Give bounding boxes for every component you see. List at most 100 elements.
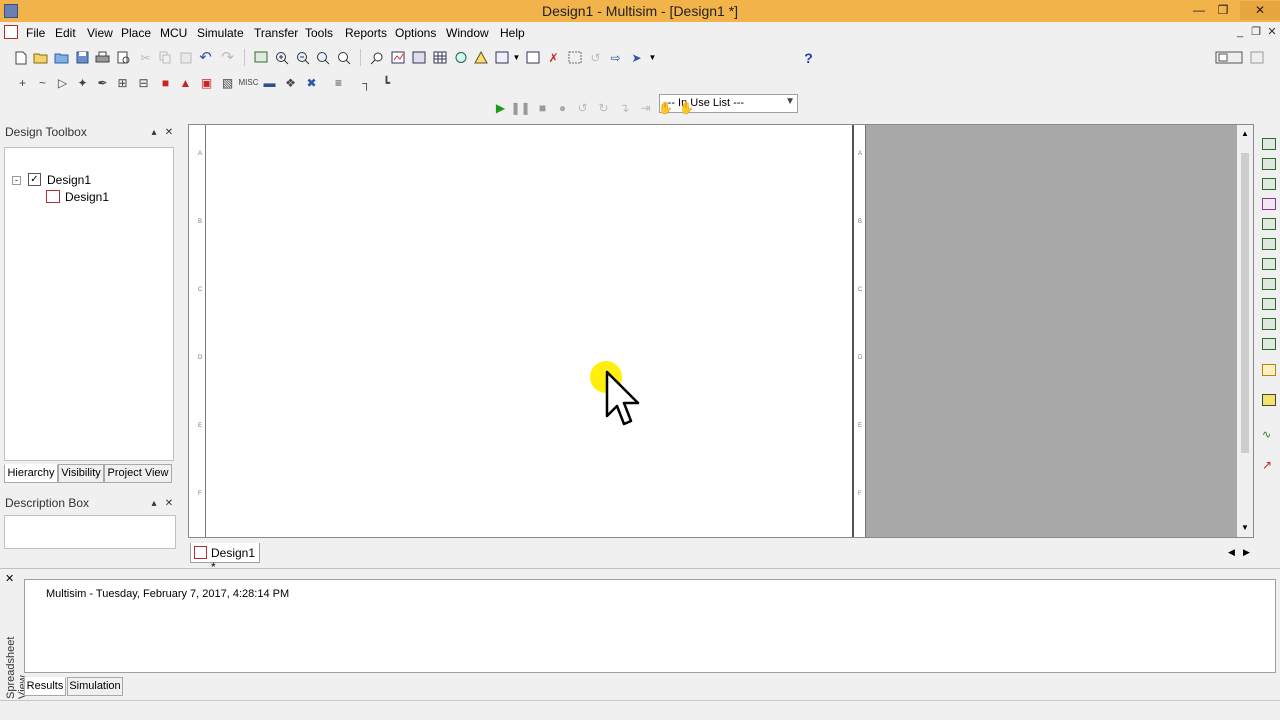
place-ttl-icon[interactable]: ⊞ — [114, 74, 131, 91]
place-rf-icon[interactable]: ❖ — [282, 74, 299, 91]
word-generator-icon[interactable] — [1262, 278, 1276, 290]
cut-icon[interactable]: ✂ — [137, 49, 154, 66]
spreadsheet-close-button[interactable]: ✕ — [5, 572, 14, 585]
place-indicator-icon[interactable]: ▣ — [198, 74, 215, 91]
mdi-minimize-button[interactable]: _ — [1234, 25, 1246, 39]
place-cmos-icon[interactable]: ⊟ — [135, 74, 152, 91]
menu-tools[interactable]: Tools — [305, 26, 333, 40]
open-folder-icon[interactable] — [32, 49, 49, 66]
spreadsheet-icon[interactable] — [431, 49, 448, 66]
menu-place[interactable]: Place — [121, 26, 151, 40]
place-bus-icon[interactable]: ┗ — [378, 74, 395, 91]
place-mixed-icon[interactable]: ▲ — [177, 74, 194, 91]
logic-converter-icon[interactable] — [1262, 298, 1276, 310]
panel-float-button[interactable]: ▴ — [148, 127, 160, 139]
dropdown-arrow-icon[interactable]: ▼ — [644, 49, 661, 66]
menu-transfer[interactable]: Transfer — [254, 26, 298, 40]
menu-edit[interactable]: Edit — [55, 26, 76, 40]
select-region-icon[interactable] — [566, 49, 583, 66]
menu-reports[interactable]: Reports — [345, 26, 387, 40]
menu-options[interactable]: Options — [395, 26, 436, 40]
panel-close-button[interactable]: ✕ — [163, 127, 175, 139]
scroll-left-icon[interactable]: ◀ — [1228, 547, 1235, 558]
help-icon[interactable]: ? — [800, 49, 817, 66]
document-menu-icon[interactable] — [4, 25, 18, 39]
place-misc-digital-icon[interactable]: ■ — [157, 74, 174, 91]
zoom-in-icon[interactable] — [273, 49, 290, 66]
scroll-down-icon[interactable]: ▼ — [1241, 523, 1249, 532]
pause-simulation-icon[interactable]: ❚❚ — [510, 99, 530, 116]
zoom-area-icon[interactable] — [314, 49, 331, 66]
copy-icon[interactable] — [157, 49, 174, 66]
menu-window[interactable]: Window — [446, 26, 489, 40]
undo-icon[interactable]: ↶ — [197, 49, 214, 66]
scroll-right-icon[interactable]: ▶ — [1243, 547, 1250, 558]
panel-float-button[interactable]: ▴ — [148, 498, 160, 510]
menu-help[interactable]: Help — [500, 26, 525, 40]
run-simulation-icon[interactable]: ▶ — [492, 99, 509, 116]
tab-visibility[interactable]: Visibility — [58, 464, 104, 483]
zoom-out-icon[interactable] — [294, 49, 311, 66]
mdi-close-button[interactable]: ✕ — [1266, 25, 1278, 39]
tree-item-design-root[interactable]: Design1 — [47, 173, 91, 187]
menu-simulate[interactable]: Simulate — [197, 26, 244, 40]
current-probe-icon[interactable]: ∿ — [1262, 428, 1276, 441]
postprocessor-icon[interactable] — [472, 49, 489, 66]
tab-simulation[interactable]: Simulation — [67, 677, 123, 696]
vertical-scrollbar[interactable]: ▲ ▼ — [1237, 125, 1253, 537]
tab-project-view[interactable]: Project View — [104, 464, 172, 483]
run-to-cursor-icon[interactable]: ⇥ — [637, 99, 654, 116]
toggle-breakpoint-icon[interactable]: ✋ — [657, 99, 674, 116]
dropdown-arrow-icon[interactable]: ▼ — [508, 49, 525, 66]
erc-clear-icon[interactable]: ✗ — [545, 49, 562, 66]
tab-design1[interactable]: Design1 * — [190, 543, 260, 574]
minimize-button[interactable]: — — [1186, 1, 1212, 20]
menu-file[interactable]: File — [26, 26, 45, 40]
breakpoint-icon[interactable]: ● — [554, 99, 571, 116]
scrollbar-thumb[interactable] — [1241, 153, 1249, 453]
tree-collapse-icon[interactable]: - — [12, 176, 21, 185]
redo-icon[interactable]: ↷ — [219, 49, 236, 66]
tab-hierarchy[interactable]: Hierarchy — [4, 464, 58, 483]
tab-results[interactable]: Results — [24, 677, 66, 696]
place-power-icon[interactable]: ▧ — [219, 74, 236, 91]
four-channel-oscilloscope-icon[interactable] — [1262, 218, 1276, 230]
place-analog-icon[interactable]: ✒ — [94, 74, 111, 91]
place-misc-icon[interactable]: MISC — [239, 74, 259, 91]
iv-analyzer-icon[interactable] — [1262, 338, 1276, 350]
checkbox-checked-icon[interactable]: ✓ — [28, 173, 41, 186]
scroll-up-icon[interactable]: ▲ — [1241, 129, 1249, 138]
wattmeter-icon[interactable] — [1262, 178, 1276, 190]
panel-close-button[interactable]: ✕ — [163, 498, 175, 510]
transfer-to-ultiboard-icon[interactable]: ➤ — [628, 49, 645, 66]
probe-icon[interactable]: ↗ — [1262, 458, 1276, 472]
remove-breakpoints-icon[interactable]: ✋ — [678, 99, 695, 116]
zoom-fit-icon[interactable] — [335, 49, 352, 66]
place-source-icon[interactable]: + — [14, 74, 31, 91]
close-button[interactable]: ✕ — [1240, 1, 1280, 20]
measurement-probe-icon[interactable] — [1262, 364, 1276, 376]
place-electromechanical-icon[interactable]: ✖ — [303, 74, 320, 91]
step-into-icon[interactable]: ↺ — [574, 99, 591, 116]
place-diode-icon[interactable]: ▷ — [54, 74, 71, 91]
tree-item-design-sheet[interactable]: Design1 — [65, 190, 109, 204]
mdi-restore-button[interactable]: ❐ — [1250, 25, 1262, 39]
bode-plotter-icon[interactable] — [1262, 238, 1276, 250]
menu-view[interactable]: View — [87, 26, 113, 40]
capture-screen-icon[interactable] — [524, 49, 541, 66]
view-mode-icon[interactable] — [1214, 49, 1244, 66]
forward-annotate-icon[interactable]: ⇨ — [607, 49, 624, 66]
place-hierarchical-block-icon[interactable]: ┐ — [358, 74, 375, 91]
logic-analyzer-icon[interactable] — [1262, 318, 1276, 330]
grapher-icon[interactable] — [389, 49, 406, 66]
step-out-icon[interactable]: ↴ — [616, 99, 633, 116]
stop-simulation-icon[interactable]: ■ — [534, 99, 551, 116]
multimeter-icon[interactable] — [1262, 138, 1276, 150]
frequency-counter-icon[interactable] — [1262, 258, 1276, 270]
paste-icon[interactable] — [178, 49, 195, 66]
new-file-icon[interactable] — [12, 49, 29, 66]
place-basic-icon[interactable]: ~ — [34, 74, 51, 91]
function-generator-icon[interactable] — [1262, 158, 1276, 170]
menu-mcu[interactable]: MCU — [160, 26, 187, 40]
step-over-icon[interactable]: ↻ — [595, 99, 612, 116]
